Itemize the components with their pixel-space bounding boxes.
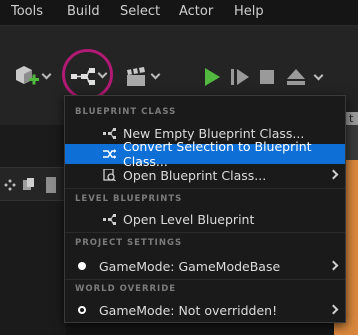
play-icon[interactable] xyxy=(205,68,220,86)
menu-select[interactable]: Select xyxy=(120,4,160,19)
chevron-down-icon[interactable] xyxy=(313,70,324,80)
status-dot-icon xyxy=(78,306,86,314)
status-dot-icon xyxy=(78,262,86,270)
editor-window: Tools Build Select Actor Help t BLUEPRIN… xyxy=(0,0,358,335)
section-project-settings: PROJECT SETTINGS xyxy=(75,238,183,248)
chevron-right-icon xyxy=(328,169,339,180)
section-blueprint-class: BLUEPRINT CLASS xyxy=(75,107,177,117)
blueprint-icon xyxy=(103,128,116,139)
skip-frame-icon[interactable] xyxy=(230,67,252,87)
chevron-right-icon xyxy=(328,304,339,315)
open-class-icon xyxy=(103,169,116,181)
divider xyxy=(65,232,345,233)
blueprint-icon xyxy=(71,68,95,85)
chevron-down-icon xyxy=(97,68,108,79)
item-label: Open Level Blueprint xyxy=(123,211,255,227)
menu-actor[interactable]: Actor xyxy=(179,4,213,19)
menu-tools[interactable]: Tools xyxy=(11,4,43,19)
menu-bar: Tools Build Select Actor Help xyxy=(0,0,358,25)
gamemode-world-override-item[interactable]: GameMode: Not overridden! xyxy=(65,300,345,320)
viewport-corner-label: t xyxy=(345,112,358,126)
cinematics-button[interactable] xyxy=(125,66,163,88)
section-world-override: WORLD OVERRIDE xyxy=(75,284,177,294)
blueprint-button[interactable] xyxy=(70,66,108,86)
section-level-blueprints: LEVEL BLUEPRINTS xyxy=(75,194,183,204)
panel-toolbar xyxy=(0,167,66,201)
convert-selection-to-blueprint-class-item[interactable]: Convert Selection to Blueprint Class... xyxy=(65,139,345,169)
panel-tool-icons[interactable] xyxy=(4,173,60,197)
chevron-down-icon xyxy=(150,69,161,80)
divider xyxy=(65,279,345,280)
chevron-right-icon xyxy=(328,260,339,271)
level-blueprint-icon xyxy=(103,214,116,225)
item-label: GameMode: Not overridden! xyxy=(99,302,278,318)
stop-icon[interactable] xyxy=(260,70,274,84)
play-controls xyxy=(197,60,324,94)
add-actor-icon xyxy=(16,66,39,85)
gamemode-project-item[interactable]: GameMode: GameModeBase xyxy=(65,256,345,276)
item-label: GameMode: GameModeBase xyxy=(99,258,281,274)
add-actor-button[interactable] xyxy=(14,65,52,89)
cinematics-icon xyxy=(127,67,145,86)
menu-help[interactable]: Help xyxy=(234,4,264,19)
menu-build[interactable]: Build xyxy=(67,4,100,19)
convert-icon xyxy=(103,149,116,159)
blueprint-dropdown-menu: BLUEPRINT CLASS New Empty Blueprint Clas… xyxy=(64,95,346,323)
eject-icon[interactable] xyxy=(286,68,306,86)
divider xyxy=(65,188,345,189)
item-label: Open Blueprint Class... xyxy=(123,167,267,183)
open-level-blueprint-item[interactable]: Open Level Blueprint xyxy=(65,209,345,229)
open-blueprint-class-item[interactable]: Open Blueprint Class... xyxy=(65,165,345,185)
left-panel xyxy=(0,125,66,335)
